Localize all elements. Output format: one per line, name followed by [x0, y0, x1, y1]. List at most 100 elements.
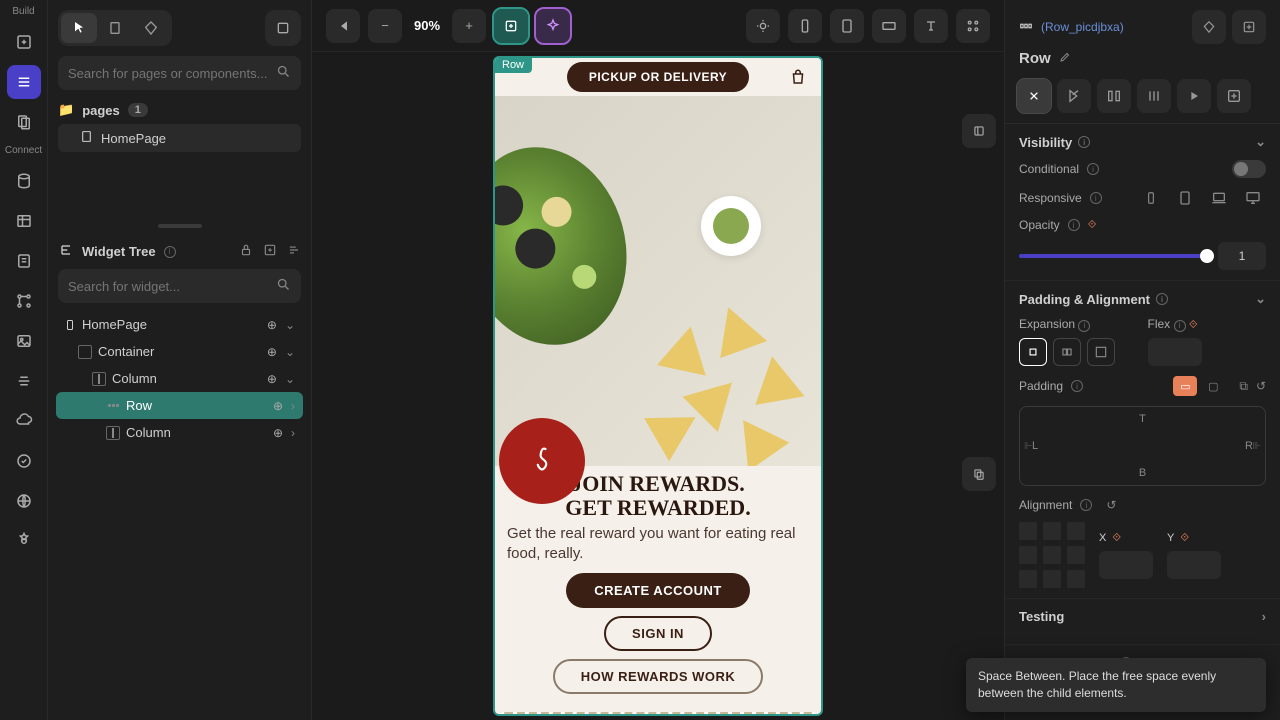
sign-in-button[interactable]: SIGN IN [604, 616, 712, 651]
wrap-in-button[interactable] [1232, 10, 1266, 44]
tab-columns[interactable] [1097, 79, 1131, 113]
chevron-down-icon[interactable]: ⌄ [285, 372, 295, 386]
expand-button[interactable] [265, 10, 301, 46]
tab-file[interactable] [97, 13, 133, 43]
tab-actions[interactable] [1057, 79, 1091, 113]
sort-icon[interactable] [287, 243, 301, 260]
add-widget-icon[interactable] [263, 243, 277, 260]
keyboard-button[interactable] [872, 9, 906, 43]
panel-resize-handle[interactable] [158, 224, 202, 228]
ai-mode-button[interactable] [536, 9, 570, 43]
opacity-slider[interactable] [1019, 254, 1208, 258]
align-tc[interactable] [1043, 522, 1061, 540]
how-rewards-button[interactable]: HOW REWARDS WORK [553, 659, 764, 694]
device-laptop-icon[interactable] [1206, 188, 1232, 208]
edit-name-icon[interactable] [1059, 50, 1071, 67]
expansion-expand[interactable] [1087, 338, 1115, 366]
align-bl[interactable] [1019, 570, 1037, 588]
tree-column[interactable]: Column ⊕⌄ [56, 365, 303, 392]
tab-spacing[interactable] [1137, 79, 1171, 113]
info-icon[interactable]: i [1078, 320, 1090, 332]
tab-diamond[interactable] [133, 13, 169, 43]
x-value[interactable] [1099, 551, 1153, 579]
info-icon[interactable]: i [1156, 293, 1168, 305]
layout-button[interactable] [956, 9, 990, 43]
rail-pages[interactable] [7, 105, 41, 139]
alignment-grid[interactable] [1019, 522, 1085, 588]
padding-box[interactable]: ⊩ ⊪ T B L R [1019, 406, 1266, 486]
variable-link-icon[interactable]: ⟐ [1189, 319, 1198, 331]
rail-media[interactable] [7, 324, 41, 358]
rail-cloud[interactable] [7, 404, 41, 438]
page-search-input[interactable] [68, 66, 276, 81]
tree-column-2[interactable]: Column ⊕› [56, 419, 303, 446]
device-phone-button[interactable] [788, 9, 822, 43]
menu-section[interactable]: MENU [499, 712, 817, 716]
tree-container[interactable]: Container ⊕⌄ [56, 338, 303, 365]
chevron-down-icon[interactable]: ⌄ [285, 345, 295, 359]
rail-check[interactable] [7, 444, 41, 478]
device-phone-icon[interactable] [1138, 188, 1164, 208]
rail-settings[interactable] [7, 524, 41, 558]
device-tablet-icon[interactable] [1172, 188, 1198, 208]
pad-right[interactable]: R [1245, 440, 1253, 452]
bag-icon[interactable] [789, 68, 807, 89]
tab-style[interactable] [1017, 79, 1051, 113]
add-icon[interactable]: ⊕ [267, 345, 277, 359]
rail-data[interactable] [7, 204, 41, 238]
rail-add[interactable] [7, 25, 41, 59]
variable-link-icon[interactable]: ⟐ [1112, 532, 1121, 545]
pickup-button[interactable]: PICKUP OR DELIVERY [567, 62, 749, 92]
flex-value[interactable] [1148, 338, 1202, 366]
tab-add[interactable] [1217, 79, 1251, 113]
rail-layers[interactable] [7, 65, 41, 99]
theme-diamond-button[interactable] [1192, 10, 1226, 44]
rail-api[interactable] [7, 284, 41, 318]
align-tl[interactable] [1019, 522, 1037, 540]
expansion-none[interactable] [1019, 338, 1047, 366]
tree-homepage[interactable]: HomePage ⊕⌄ [56, 311, 303, 338]
phone-preview[interactable]: Row PICKUP OR DELIVERY JOIN REWARDS. GET… [493, 56, 823, 716]
widget-search[interactable] [58, 269, 301, 303]
rail-globe[interactable] [7, 484, 41, 518]
lock-icon[interactable] [239, 243, 253, 260]
y-value[interactable] [1167, 551, 1221, 579]
reset-icon[interactable]: ↺ [1106, 498, 1116, 512]
info-icon[interactable]: i [1080, 499, 1092, 511]
chevron-down-icon[interactable]: ⌄ [1255, 134, 1266, 150]
align-cc[interactable] [1043, 546, 1061, 564]
align-cr[interactable] [1067, 546, 1085, 564]
tree-row-selected[interactable]: Row ⊕› [56, 392, 303, 419]
align-bc[interactable] [1043, 570, 1061, 588]
theme-button[interactable] [746, 9, 780, 43]
add-icon[interactable]: ⊕ [267, 318, 277, 332]
add-icon[interactable]: ⊕ [267, 372, 277, 386]
info-icon[interactable]: i [1174, 320, 1186, 332]
text-button[interactable] [914, 9, 948, 43]
info-icon[interactable]: i [164, 246, 176, 258]
info-icon[interactable]: i [1087, 163, 1099, 175]
select-mode-button[interactable] [494, 9, 528, 43]
add-icon[interactable]: ⊕ [273, 426, 283, 440]
page-item-homepage[interactable]: HomePage [58, 124, 301, 152]
copy-icon[interactable]: ⧉ [1239, 379, 1248, 394]
create-account-button[interactable]: CREATE ACCOUNT [566, 573, 750, 608]
expansion-flex[interactable] [1053, 338, 1081, 366]
pad-top[interactable]: T [1139, 413, 1146, 425]
zoom-in-button[interactable]: + [452, 9, 486, 43]
align-cl[interactable] [1019, 546, 1037, 564]
reset-icon[interactable]: ↺ [1256, 379, 1266, 393]
chevron-right-icon[interactable]: › [291, 426, 295, 440]
pages-folder[interactable]: 📁 pages 1 [58, 102, 301, 118]
canvas-side-action-2[interactable] [962, 457, 996, 491]
rail-database[interactable] [7, 164, 41, 198]
device-desktop-icon[interactable] [1240, 188, 1266, 208]
chevron-right-icon[interactable]: › [291, 399, 295, 413]
conditional-toggle[interactable] [1232, 160, 1266, 178]
canvas-side-action-1[interactable] [962, 114, 996, 148]
info-icon[interactable]: i [1078, 136, 1090, 148]
page-search[interactable] [58, 56, 301, 90]
rail-state[interactable] [7, 244, 41, 278]
tab-animation[interactable] [1177, 79, 1211, 113]
device-tablet-button[interactable] [830, 9, 864, 43]
